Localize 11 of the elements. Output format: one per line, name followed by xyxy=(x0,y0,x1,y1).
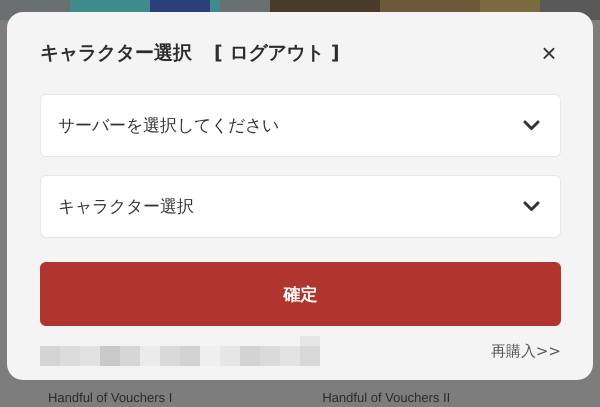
logout-link[interactable]: [ ログアウト ] xyxy=(214,40,340,66)
close-button[interactable]: × xyxy=(537,40,561,66)
repurchase-link[interactable]: 再購入>> xyxy=(490,342,561,360)
item-title: Handful of Vouchers I xyxy=(48,390,172,405)
confirm-button[interactable]: 確定 xyxy=(40,262,561,326)
chevron-down-icon xyxy=(523,201,540,212)
chevron-down-icon xyxy=(523,120,540,131)
select-field[interactable]: サーバーを選択してください xyxy=(40,94,561,157)
dialog-title: キャラクター選択 xyxy=(40,41,192,66)
select-field[interactable]: キャラクター選択 xyxy=(40,175,561,238)
item-title: Handful of Vouchers II xyxy=(322,390,450,405)
